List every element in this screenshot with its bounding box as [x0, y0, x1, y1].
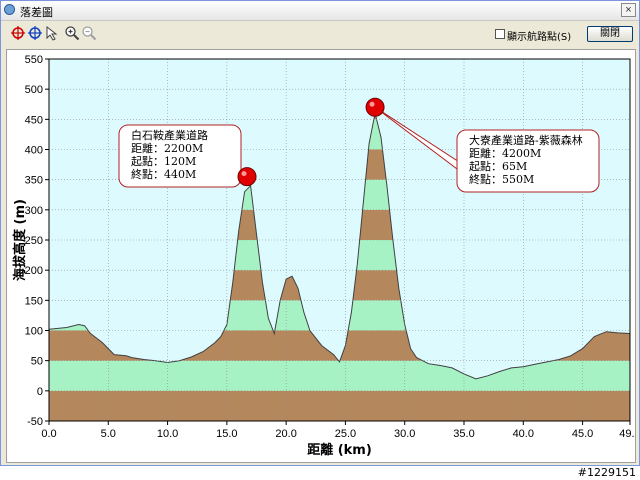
y-tick-label: 150 — [25, 295, 43, 307]
close-button[interactable]: 關閉 — [587, 26, 633, 42]
peak-marker-highlight — [241, 171, 247, 177]
show-route-label: 顯示航路點(S) — [507, 32, 572, 43]
y-tick-label: -50 — [27, 416, 43, 428]
elevation-chart-panel: -50 0 50 100 150 200 250 300 350 400 450 500 550 0.0 5… — [6, 49, 636, 463]
y-tick-label: 0 — [37, 386, 43, 398]
select-arrow-icon[interactable] — [44, 25, 60, 41]
peak-callout: 白石鞍產業道路距離：2200M起點：120M終點：440M — [118, 124, 257, 188]
x-tick-label: 0.0 — [41, 428, 56, 440]
y-tick-label: 500 — [25, 84, 43, 96]
peak-name: 大寮產業道路-紫薇森林 — [469, 133, 583, 147]
watermark: #1229151 — [577, 466, 636, 479]
peak-marker — [237, 167, 257, 187]
peak-start: 起點：65M — [469, 160, 527, 173]
x-tick-label: 40.0 — [513, 428, 534, 440]
window-close-button[interactable]: × — [621, 3, 636, 17]
app-icon — [4, 4, 15, 15]
crosshair-blue-icon[interactable] — [27, 25, 43, 41]
y-tick-label: 50 — [31, 356, 43, 368]
x-tick-label: 49.0 — [619, 428, 635, 440]
peak-marker — [365, 97, 385, 117]
elevation-band — [49, 390, 630, 421]
profile-window: 落差圖 × 顯示航路點(S) 關閉 -50 0 50 100 150 200 250 300 3… — [0, 0, 640, 466]
y-tick-label: 100 — [25, 326, 43, 338]
y-axis-label: 海拔高度 (m) — [12, 199, 28, 281]
x-tick-label: 25.0 — [335, 428, 356, 440]
peak-distance: 距離：2200M — [131, 141, 203, 155]
y-tick-label: 400 — [25, 145, 43, 157]
x-tick-label: 15.0 — [216, 428, 237, 440]
x-tick-label: 30.0 — [394, 428, 415, 440]
peak-marker-highlight — [369, 101, 375, 107]
x-tick-label: 20.0 — [275, 428, 296, 440]
x-tick-label: 35.0 — [453, 428, 474, 440]
crosshair-red-icon[interactable] — [10, 25, 26, 41]
x-tick-label: 5.0 — [101, 428, 116, 440]
x-axis-label: 距離 (km) — [307, 442, 372, 458]
elevation-band — [49, 360, 630, 391]
window-title: 落差圖 — [20, 6, 53, 19]
x-tick-label: 45.0 — [572, 428, 593, 440]
show-route-checkbox[interactable] — [495, 29, 505, 39]
zoom-out-icon[interactable] — [81, 25, 97, 41]
toolbar: 顯示航路點(S) 關閉 — [1, 21, 639, 47]
title-bar[interactable]: 落差圖 × — [1, 1, 639, 21]
zoom-in-icon[interactable] — [64, 25, 80, 41]
x-tick-label: 10.0 — [157, 428, 178, 440]
peak-end: 終點：550M — [469, 172, 534, 186]
peak-end: 終點：440M — [131, 167, 196, 181]
elevation-profile-chart: -500501001502002503003504004505005500.0 5… — [12, 54, 635, 458]
peak-name: 白石鞍產業道路 — [131, 128, 208, 142]
y-tick-label: 550 — [25, 54, 43, 66]
peak-start: 起點：120M — [131, 155, 196, 168]
y-tick-label: 450 — [25, 114, 43, 126]
peak-distance: 距離：4200M — [469, 146, 541, 160]
y-tick-label: 350 — [25, 175, 43, 187]
